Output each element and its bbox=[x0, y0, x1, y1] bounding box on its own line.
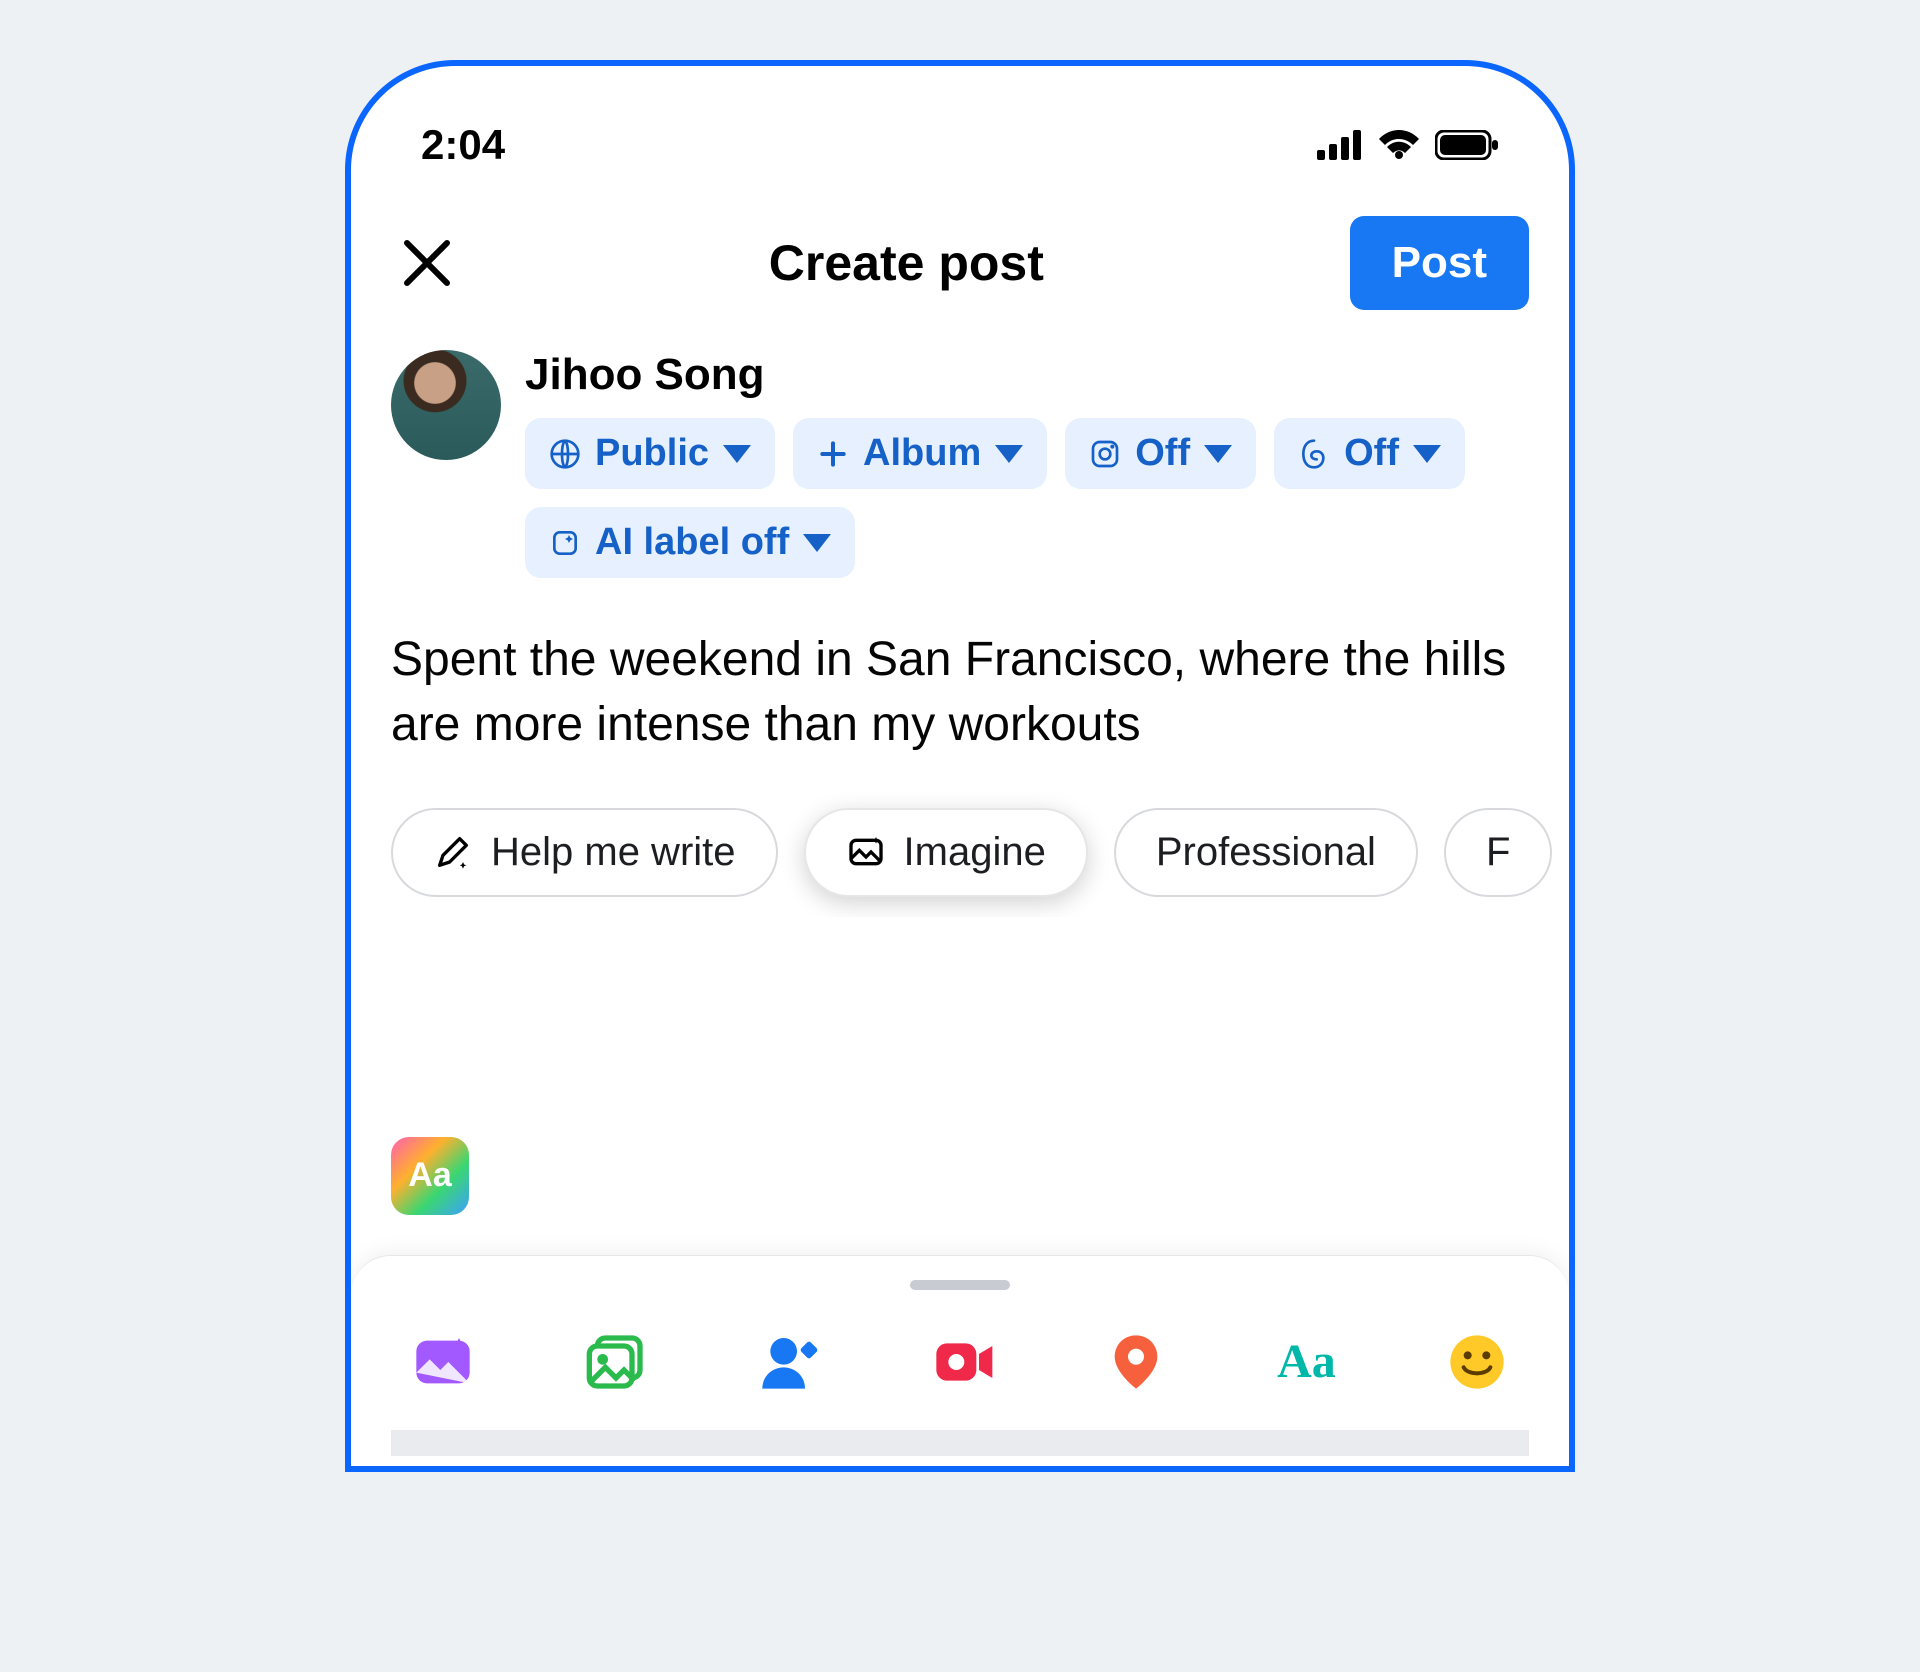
close-icon[interactable] bbox=[391, 227, 463, 299]
phone-frame: 2:04 Create post Post Jihoo Song bbox=[345, 60, 1575, 1472]
avatar[interactable] bbox=[391, 350, 501, 460]
status-time: 2:04 bbox=[421, 121, 505, 169]
imagine-label: Imagine bbox=[904, 830, 1046, 875]
post-text-input[interactable]: Spent the weekend in San Francisco, wher… bbox=[351, 588, 1569, 768]
photo-tool[interactable] bbox=[574, 1320, 658, 1404]
user-name: Jihoo Song bbox=[525, 350, 1529, 400]
chevron-down-icon bbox=[723, 445, 751, 463]
battery-icon bbox=[1435, 130, 1499, 160]
feeling-tool[interactable] bbox=[1435, 1320, 1519, 1404]
composer-chip-row: Public Album Off bbox=[525, 418, 1529, 578]
status-bar: 2:04 bbox=[351, 66, 1569, 186]
page-title: Create post bbox=[769, 234, 1044, 292]
text-tool[interactable]: Aa bbox=[1267, 1324, 1346, 1399]
ai-sparkle-icon bbox=[549, 527, 581, 559]
location-tool[interactable] bbox=[1094, 1320, 1178, 1404]
help-me-write-pill[interactable]: Help me write bbox=[391, 808, 778, 897]
live-video-icon bbox=[931, 1330, 995, 1394]
globe-icon bbox=[549, 438, 581, 470]
chevron-down-icon bbox=[803, 534, 831, 552]
status-indicators bbox=[1317, 129, 1499, 161]
ai-suggestion-row: Help me write Imagine Professional F bbox=[351, 768, 1569, 917]
professional-label: Professional bbox=[1156, 830, 1376, 875]
instagram-icon bbox=[1089, 438, 1121, 470]
bottom-sheet: Aa bbox=[351, 1255, 1569, 1466]
audience-label: Public bbox=[595, 432, 709, 475]
spacer bbox=[351, 917, 1569, 1137]
next-pill-label: F bbox=[1486, 830, 1510, 875]
imagine-pill[interactable]: Imagine bbox=[804, 808, 1088, 897]
keyboard-hint-bar bbox=[391, 1430, 1529, 1456]
instagram-chip[interactable]: Off bbox=[1065, 418, 1256, 489]
chevron-down-icon bbox=[995, 445, 1023, 463]
instagram-label: Off bbox=[1135, 432, 1190, 475]
album-chip[interactable]: Album bbox=[793, 418, 1047, 489]
chevron-down-icon bbox=[1204, 445, 1232, 463]
help-me-write-label: Help me write bbox=[491, 830, 736, 875]
user-meta: Jihoo Song Public Album Off bbox=[525, 350, 1529, 578]
photo-icon bbox=[584, 1330, 648, 1394]
tag-people-tool[interactable] bbox=[747, 1320, 831, 1404]
ai-photo-icon bbox=[411, 1330, 475, 1394]
tag-people-icon bbox=[757, 1330, 821, 1394]
ai-photo-tool[interactable] bbox=[401, 1320, 485, 1404]
smiley-icon bbox=[1445, 1330, 1509, 1394]
professional-pill[interactable]: Professional bbox=[1114, 808, 1418, 897]
image-sparkle-icon bbox=[846, 832, 886, 872]
text-tool-label: Aa bbox=[1277, 1335, 1336, 1388]
threads-chip[interactable]: Off bbox=[1274, 418, 1465, 489]
location-icon bbox=[1104, 1330, 1168, 1394]
plus-icon bbox=[817, 438, 849, 470]
album-label: Album bbox=[863, 432, 981, 475]
audience-chip[interactable]: Public bbox=[525, 418, 775, 489]
tool-row: Aa bbox=[391, 1320, 1529, 1404]
ai-label-text: AI label off bbox=[595, 521, 789, 564]
header: Create post Post bbox=[351, 186, 1569, 330]
bg-button-label: Aa bbox=[408, 1156, 451, 1195]
pencil-sparkle-icon bbox=[433, 832, 473, 872]
chevron-down-icon bbox=[1413, 445, 1441, 463]
live-video-tool[interactable] bbox=[921, 1320, 1005, 1404]
next-pill-partial[interactable]: F bbox=[1444, 808, 1552, 897]
threads-label: Off bbox=[1344, 432, 1399, 475]
wifi-icon bbox=[1377, 129, 1421, 161]
threads-icon bbox=[1298, 438, 1330, 470]
background-color-button[interactable]: Aa bbox=[391, 1137, 469, 1215]
ai-label-chip[interactable]: AI label off bbox=[525, 507, 855, 578]
cellular-icon bbox=[1317, 130, 1363, 160]
sheet-grabber[interactable] bbox=[910, 1280, 1010, 1290]
post-button[interactable]: Post bbox=[1350, 216, 1529, 310]
composer-user-row: Jihoo Song Public Album Off bbox=[351, 330, 1569, 588]
app-card: 2:04 Create post Post Jihoo Song bbox=[0, 0, 1920, 1672]
